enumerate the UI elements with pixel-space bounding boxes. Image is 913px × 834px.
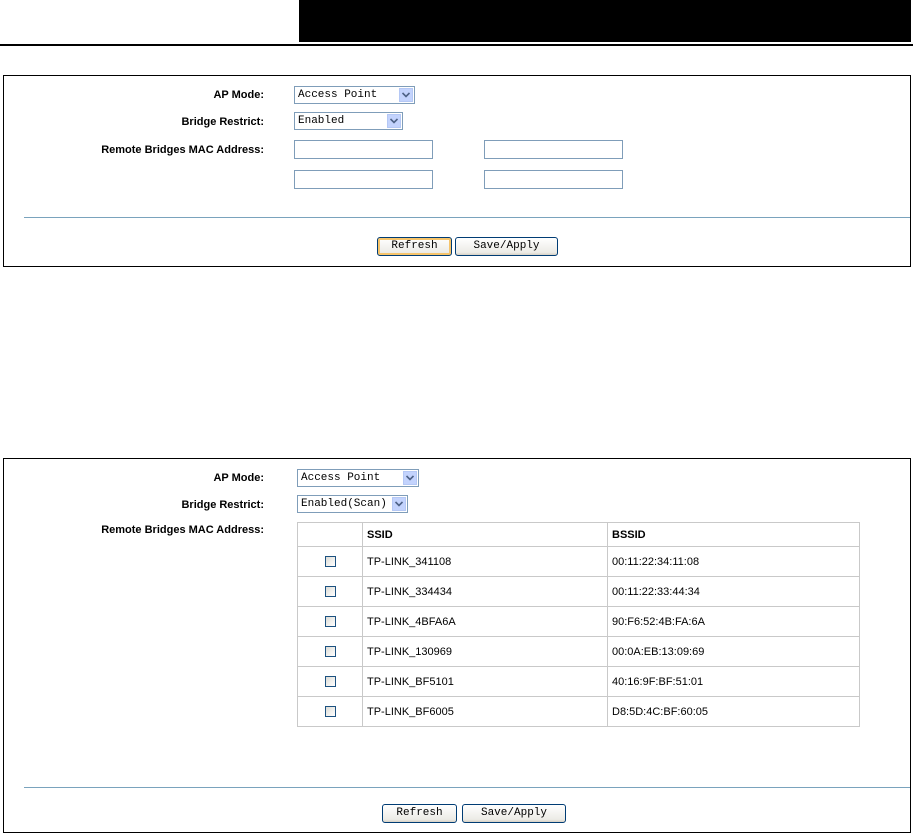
row-checkbox-cell (297, 696, 363, 727)
ap-mode-label: AP Mode: (213, 89, 264, 101)
ssid-cell: TP-LINK_130969 (362, 636, 608, 667)
row-checkbox-cell (297, 546, 363, 577)
row-checkbox[interactable] (324, 616, 336, 628)
bssid-column-header: BSSID (607, 522, 860, 547)
bssid-cell: 40:16:9F:BF:51:01 (607, 666, 860, 697)
ssid-cell: TP-LINK_341108 (362, 546, 608, 577)
table-header-row: SSID BSSID (297, 522, 860, 547)
chevron-down-icon[interactable] (403, 471, 417, 485)
remote-mac-field-3[interactable] (294, 170, 433, 189)
bssid-cell: 00:0A:EB:13:09:69 (607, 636, 860, 667)
ssid-cell: TP-LINK_4BFA6A (362, 606, 608, 637)
bssid-cell: 00:11:22:33:44:34 (607, 576, 860, 607)
settings-panel-scan: AP Mode: Access Point Bridge Restrict: E… (3, 458, 911, 833)
chevron-down-icon[interactable] (387, 114, 401, 128)
table-row: TP-LINK_BF6005 D8:5D:4C:BF:60:05 (297, 696, 860, 727)
ap-mode-select[interactable]: Access Point (294, 86, 415, 104)
table-row: TP-LINK_341108 00:11:22:34:11:08 (297, 546, 860, 577)
settings-panel-static: AP Mode: Access Point Bridge Restrict: E… (3, 75, 911, 267)
remote-mac-field-4[interactable] (484, 170, 623, 189)
header-rule (0, 44, 913, 46)
table-row: TP-LINK_BF5101 40:16:9F:BF:51:01 (297, 666, 860, 697)
row-checkbox[interactable] (324, 556, 336, 568)
bssid-cell: 90:F6:52:4B:FA:6A (607, 606, 860, 637)
separator-line (24, 217, 910, 218)
table-row: TP-LINK_334434 00:11:22:33:44:34 (297, 576, 860, 607)
remote-mac-label: Remote Bridges MAC Address: (101, 524, 264, 536)
remote-mac-field-1[interactable] (294, 140, 433, 159)
ssid-cell: TP-LINK_334434 (362, 576, 608, 607)
row-checkbox-cell (297, 636, 363, 667)
refresh-button[interactable]: Refresh (377, 237, 452, 256)
row-checkbox[interactable] (324, 676, 336, 688)
ap-mode-label: AP Mode: (213, 472, 264, 484)
remote-mac-field-2[interactable] (484, 140, 623, 159)
chevron-down-icon[interactable] (392, 497, 406, 511)
bridge-restrict-select[interactable]: Enabled (294, 112, 403, 130)
row-checkbox[interactable] (324, 646, 336, 658)
bssid-cell: 00:11:22:34:11:08 (607, 546, 860, 577)
row-checkbox-cell (297, 666, 363, 697)
row-checkbox[interactable] (324, 586, 336, 598)
row-checkbox-cell (297, 576, 363, 607)
table-row: TP-LINK_4BFA6A 90:F6:52:4B:FA:6A (297, 606, 860, 637)
ssid-column-header: SSID (362, 522, 608, 547)
bssid-cell: D8:5D:4C:BF:60:05 (607, 696, 860, 727)
save-apply-button[interactable]: Save/Apply (455, 237, 558, 256)
ssid-cell: TP-LINK_BF5101 (362, 666, 608, 697)
scan-results-table: SSID BSSID TP-LINK_341108 00:11:22:34:11… (297, 522, 860, 727)
bridge-restrict-value: Enabled (298, 115, 345, 127)
save-apply-button[interactable]: Save/Apply (462, 804, 566, 823)
remote-mac-label: Remote Bridges MAC Address: (101, 144, 264, 156)
table-row: TP-LINK_130969 00:0A:EB:13:09:69 (297, 636, 860, 667)
ap-mode-select[interactable]: Access Point (297, 469, 419, 487)
row-checkbox-cell (297, 606, 363, 637)
refresh-button[interactable]: Refresh (382, 804, 457, 823)
ssid-cell: TP-LINK_BF6005 (362, 696, 608, 727)
document-header-bar (299, 0, 911, 42)
bridge-restrict-select[interactable]: Enabled(Scan) (297, 495, 408, 513)
row-checkbox[interactable] (324, 706, 336, 718)
separator-line (24, 787, 910, 788)
ap-mode-value: Access Point (301, 472, 381, 484)
bridge-restrict-label: Bridge Restrict: (181, 116, 264, 128)
bridge-restrict-value: Enabled(Scan) (301, 498, 387, 510)
chevron-down-icon[interactable] (399, 88, 413, 102)
bridge-restrict-label: Bridge Restrict: (181, 499, 264, 511)
select-column-header (297, 522, 363, 547)
ap-mode-value: Access Point (298, 89, 378, 101)
